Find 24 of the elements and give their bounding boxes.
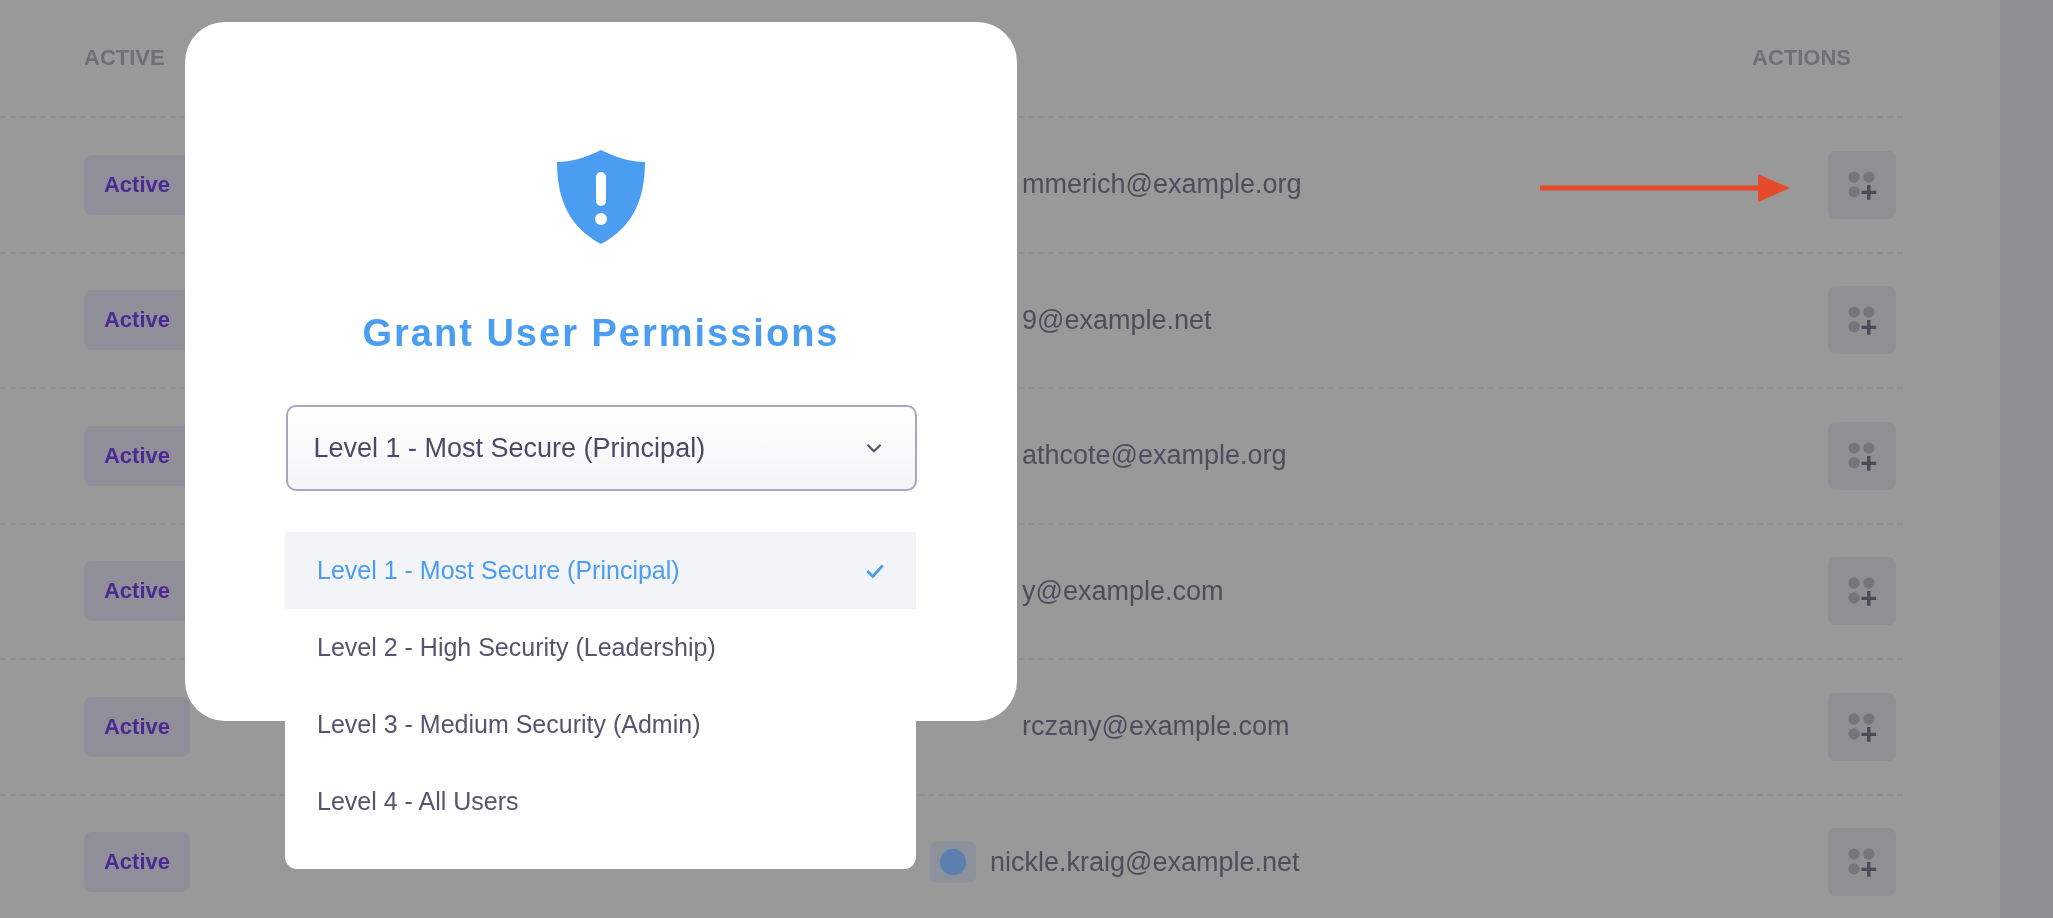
status-badge: Active: [84, 832, 190, 893]
email-text: mmerich@example.org: [1022, 169, 1302, 201]
status-badge: Active: [84, 696, 190, 757]
add-permission-button[interactable]: [1828, 828, 1896, 897]
add-group-icon: [1845, 845, 1879, 880]
email-text: y@example.com: [1022, 575, 1224, 607]
add-permission-button[interactable]: [1828, 557, 1896, 626]
avatar-icon: [930, 841, 976, 884]
dropdown-option[interactable]: Level 2 - High Security (Leadership): [285, 609, 916, 686]
email-text: 9@example.net: [1022, 304, 1212, 336]
add-permission-button[interactable]: [1828, 150, 1896, 219]
email-text: nickle.kraig@example.net: [990, 846, 1300, 878]
dropdown-option[interactable]: Level 4 - All Users: [285, 763, 916, 840]
add-group-icon: [1845, 303, 1879, 338]
email-text: rczany@example.com: [1022, 711, 1290, 743]
level-select[interactable]: Level 1 - Most Secure (Principal): [285, 405, 917, 491]
email-text: athcote@example.org: [1022, 440, 1287, 472]
arrow-icon: [1540, 171, 1790, 204]
dialog-title: Grant User Permissions: [362, 312, 840, 355]
add-permission-button[interactable]: [1828, 692, 1896, 761]
add-group-icon: [1845, 574, 1879, 609]
add-permission-button[interactable]: [1828, 286, 1896, 355]
dropdown-option[interactable]: Level 3 - Medium Security (Admin): [285, 686, 916, 763]
add-permission-button[interactable]: [1828, 421, 1896, 490]
